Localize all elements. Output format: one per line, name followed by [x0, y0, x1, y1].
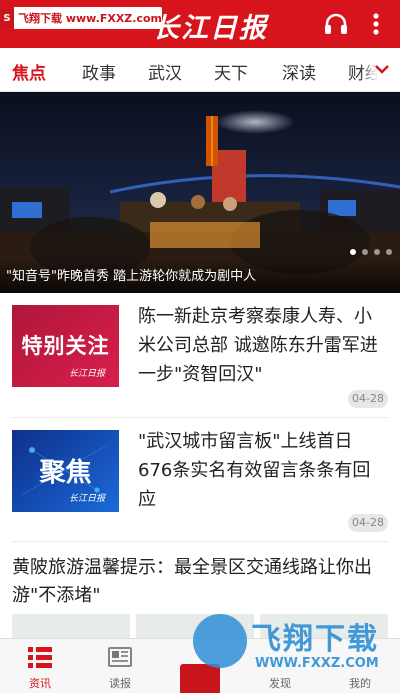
- list-item[interactable]: 聚焦 长江日报 "武汉城市留言板"上线首日676条实名有效留言条条有回应 04-…: [0, 418, 400, 542]
- date-badge: 04-28: [348, 390, 388, 408]
- tab-world[interactable]: 天下: [214, 59, 248, 84]
- carousel-dot[interactable]: [386, 249, 392, 255]
- nav-read-paper[interactable]: 读报: [80, 639, 160, 693]
- list-icon: [28, 647, 52, 668]
- featured-banner[interactable]: "知音号"昨晚首秀 踏上游轮你就成为剧中人: [0, 92, 400, 293]
- carousel-dot[interactable]: [350, 249, 356, 255]
- thumbnail-label: 聚焦: [39, 458, 92, 488]
- tab-politics[interactable]: 政事: [82, 59, 116, 84]
- watermark-badge-text: 飞翔下载 www.FXXZ.com: [18, 12, 162, 25]
- watermark-overlay: 飞翔下载 WWW.FXXZ.COM: [193, 610, 393, 684]
- thumbnail-logo: 长江日报: [68, 369, 105, 379]
- app-header: S 飞翔下载 www.FXXZ.com 长江日报: [0, 0, 400, 48]
- category-tabs: 焦点 政事 武汉 天下 深读 财经: [0, 48, 400, 92]
- nav-news-label: 资讯: [29, 677, 51, 690]
- news-image: [12, 614, 130, 638]
- nav-news[interactable]: 资讯: [0, 639, 80, 693]
- news-title: "武汉城市留言板"上线首日676条实名有效留言条条有回应: [138, 431, 371, 510]
- headphones-icon[interactable]: [322, 10, 350, 38]
- app-logo-icon: S: [0, 7, 15, 29]
- chevron-down-icon[interactable]: [374, 63, 390, 75]
- tab-wuhan[interactable]: 武汉: [148, 59, 182, 84]
- thumbnail-logo: 长江日报: [68, 494, 105, 504]
- news-title: 陈一新赴京考察泰康人寿、小米公司总部 诚邀陈东升雷军进一步"资智回汉": [138, 306, 378, 385]
- brand-title: 长江日报: [152, 13, 268, 44]
- tab-deep-read[interactable]: 深读: [282, 59, 316, 84]
- carousel-dot[interactable]: [362, 249, 368, 255]
- nav-read-paper-label: 读报: [109, 677, 131, 690]
- banner-caption: "知音号"昨晚首秀 踏上游轮你就成为剧中人: [6, 269, 257, 284]
- newspaper-icon: [108, 647, 132, 667]
- news-title-full[interactable]: 黄陂旅游温馨提示：最全景区交通线路让你出游"不添堵": [12, 554, 388, 610]
- date-badge: 04-28: [348, 514, 388, 532]
- thumbnail-label: 特别关注: [21, 334, 110, 358]
- more-vertical-icon[interactable]: [362, 10, 390, 38]
- divider: [12, 541, 388, 542]
- list-item[interactable]: 特别关注 长江日报 陈一新赴京考察泰康人寿、小米公司总部 诚邀陈东升雷军进一步"…: [0, 293, 400, 418]
- news-thumbnail: 聚焦 长江日报: [12, 430, 119, 512]
- watermark-url: WWW.FXXZ.COM: [255, 656, 379, 671]
- carousel-dot[interactable]: [374, 249, 380, 255]
- watermark-title: 飞翔下载: [251, 622, 379, 657]
- watermark-badge: S 飞翔下载 www.FXXZ.com: [0, 7, 162, 29]
- tab-focus[interactable]: 焦点: [12, 59, 46, 84]
- carousel-dots: [350, 249, 392, 255]
- news-thumbnail: 特别关注 长江日报: [12, 305, 119, 387]
- watermark-logo-icon: [193, 614, 247, 668]
